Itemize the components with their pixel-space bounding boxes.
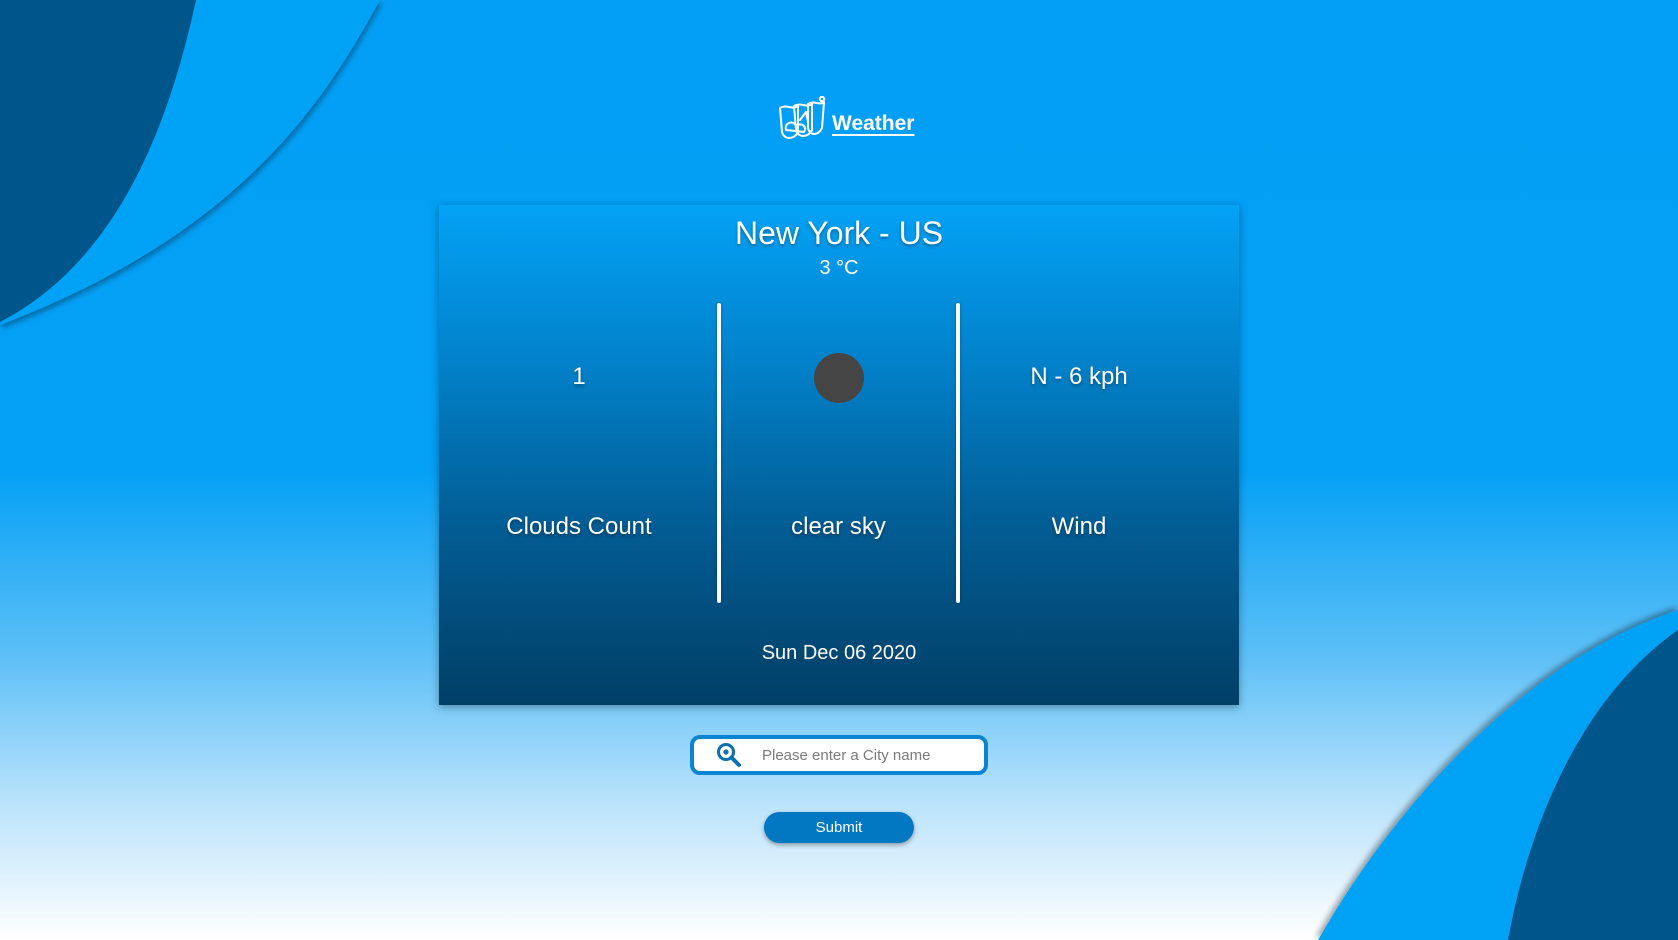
corner-decoration-top-left	[0, 0, 380, 325]
wind-panel: N - 6 kph Wind	[960, 303, 1198, 603]
wind-label: Wind	[1051, 513, 1107, 540]
search-icon[interactable]	[716, 742, 742, 768]
weather-logo-icon	[779, 96, 826, 139]
search-box[interactable]	[690, 735, 988, 775]
clouds-count-label: Clouds Count	[506, 513, 652, 540]
condition-panel: clear sky	[721, 303, 956, 603]
wind-value: N - 6 kph	[1030, 363, 1128, 390]
corner-decoration-bottom-right	[1318, 610, 1678, 940]
weather-card: New York - US 3 °C 1 Clouds Count clear …	[439, 205, 1239, 705]
condition-label: clear sky	[791, 513, 886, 540]
date: Sun Dec 06 2020	[761, 642, 917, 664]
temperature: 3 °C	[819, 257, 859, 279]
brand-name: Weather	[832, 112, 915, 135]
city-name: New York - US	[734, 215, 944, 251]
clouds-panel: 1 Clouds Count	[439, 303, 719, 603]
clouds-count-value: 1	[572, 363, 586, 390]
city-search-input[interactable]	[762, 746, 962, 764]
brand-link[interactable]: Weather	[776, 96, 914, 146]
submit-button[interactable]: Submit	[764, 812, 914, 843]
weather-condition-icon	[813, 353, 864, 403]
